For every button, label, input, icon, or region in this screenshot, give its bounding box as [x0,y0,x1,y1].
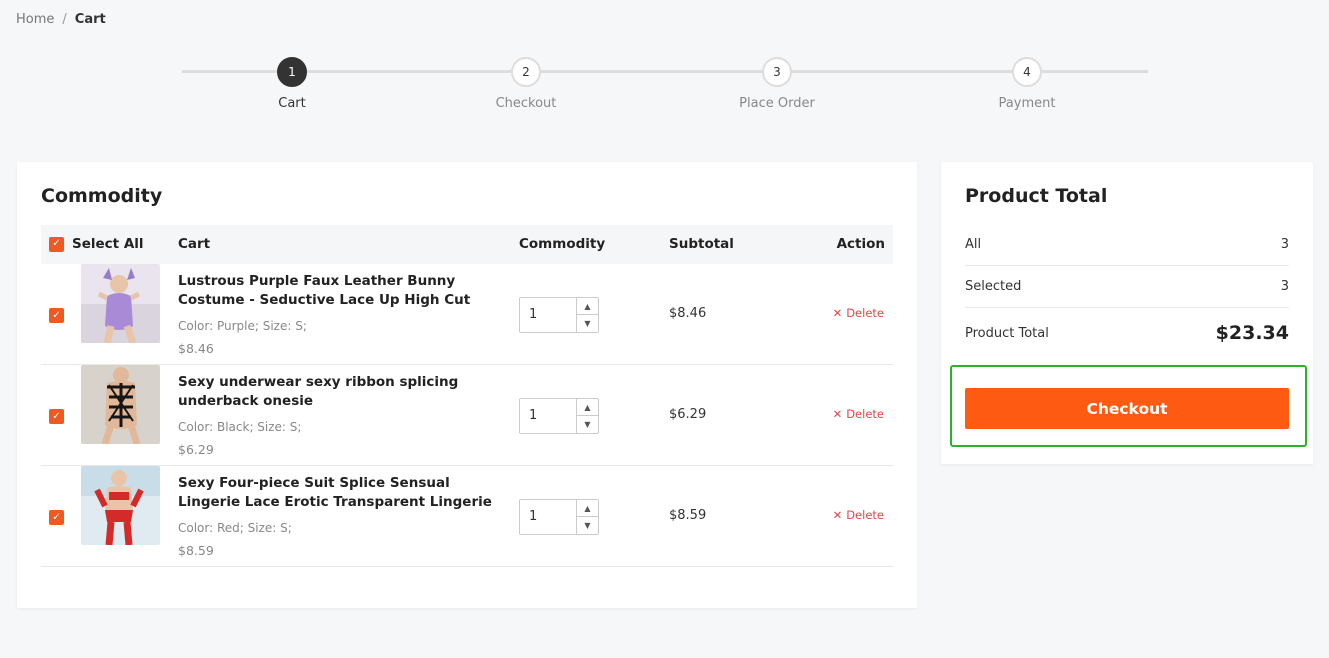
select-all-checkbox[interactable]: ✓ [49,236,64,252]
item-checkbox[interactable]: ✓ [49,409,64,424]
step-payment: 4 Payment [957,57,1097,111]
select-all-label: Select All [72,236,144,252]
product-title[interactable]: Sexy underwear sexy ribbon splicing unde… [178,373,508,411]
header-cart: Cart [178,236,211,252]
product-thumbnail[interactable] [81,264,160,343]
cart-table-header: ✓ Select All Cart Commodity Subtotal Act… [41,225,893,264]
cart-item-row: ✓ Sexy underwear sexy ribbon splicing un… [41,365,893,466]
chevron-up-icon[interactable]: ▲ [577,298,598,315]
checkout-stepper: 1 Cart 2 Checkout 3 Place Order 4 Paymen… [0,0,1329,130]
item-checkbox[interactable]: ✓ [49,308,64,323]
cart-item-row: ✓ Lustrous Purple Faux Leather Bunny Cos… [41,264,893,365]
product-variant: Color: Black; Size: S; [178,420,302,434]
chevron-down-icon[interactable]: ▼ [577,416,598,433]
product-title[interactable]: Sexy Four-piece Suit Splice Sensual Ling… [178,474,508,512]
commodity-title: Commodity [41,185,163,207]
product-variant: Color: Purple; Size: S; [178,319,307,333]
summary-all-value: 3 [1280,237,1289,252]
delete-button[interactable]: ✕ Delete [833,306,884,320]
step-place-order: 3 Place Order [707,57,847,111]
chevron-down-icon[interactable]: ▼ [577,517,598,534]
product-variant: Color: Red; Size: S; [178,521,292,535]
summary-all-row: All 3 [965,224,1289,266]
quantity-stepper[interactable]: 1 ▲ ▼ [519,499,599,535]
select-all[interactable]: ✓ Select All [49,236,144,252]
step-label: Cart [278,96,306,111]
step-number: 4 [1012,57,1042,87]
product-title[interactable]: Lustrous Purple Faux Leather Bunny Costu… [178,272,508,310]
product-price: $8.46 [178,341,214,356]
commodity-panel: Commodity ✓ Select All Cart Commodity Su… [17,162,917,608]
product-price: $8.59 [178,543,214,558]
step-number: 2 [511,57,541,87]
summary-total-value: $23.34 [1215,322,1289,344]
summary-all-label: All [965,237,982,252]
step-number: 1 [277,57,307,87]
product-total-panel: Product Total All 3 Selected 3 Product T… [941,162,1313,464]
header-action: Action [836,236,885,252]
product-price: $6.29 [178,442,214,457]
chevron-up-icon[interactable]: ▲ [577,500,598,517]
step-cart: 1 Cart [222,57,362,111]
step-checkout: 2 Checkout [456,57,596,111]
quantity-input[interactable]: 1 [529,408,537,423]
quantity-stepper[interactable]: 1 ▲ ▼ [519,398,599,434]
delete-button[interactable]: ✕ Delete [833,508,884,522]
step-label: Place Order [739,96,815,111]
header-commodity: Commodity [519,236,606,252]
close-icon: ✕ [832,508,843,522]
delete-label: Delete [846,508,884,522]
delete-label: Delete [846,407,884,421]
step-number: 3 [762,57,792,87]
product-thumbnail[interactable] [81,365,160,444]
summary-total-row: Product Total $23.34 [965,312,1289,354]
item-subtotal: $6.29 [669,407,707,422]
summary-selected-row: Selected 3 [965,266,1289,308]
summary-selected-value: 3 [1280,279,1289,294]
item-checkbox[interactable]: ✓ [49,510,64,525]
summary-selected-label: Selected [965,279,1022,294]
header-subtotal: Subtotal [669,236,734,252]
chevron-down-icon[interactable]: ▼ [577,315,598,332]
quantity-stepper[interactable]: 1 ▲ ▼ [519,297,599,333]
summary-total-label: Product Total [965,325,1049,341]
delete-button[interactable]: ✕ Delete [833,407,884,421]
quantity-input[interactable]: 1 [529,307,537,322]
item-subtotal: $8.59 [669,508,707,523]
checkout-button[interactable]: Checkout [965,388,1289,429]
summary-title: Product Total [965,185,1108,207]
close-icon: ✕ [832,407,843,421]
close-icon: ✕ [832,306,843,320]
delete-label: Delete [846,306,884,320]
quantity-input[interactable]: 1 [529,509,537,524]
step-label: Checkout [495,96,557,111]
step-label: Payment [998,96,1056,111]
chevron-up-icon[interactable]: ▲ [577,399,598,416]
product-thumbnail[interactable] [81,466,160,545]
cart-item-row: ✓ Sexy Four-piece Suit Splice Sensual Li… [41,466,893,567]
item-subtotal: $8.46 [669,306,707,321]
